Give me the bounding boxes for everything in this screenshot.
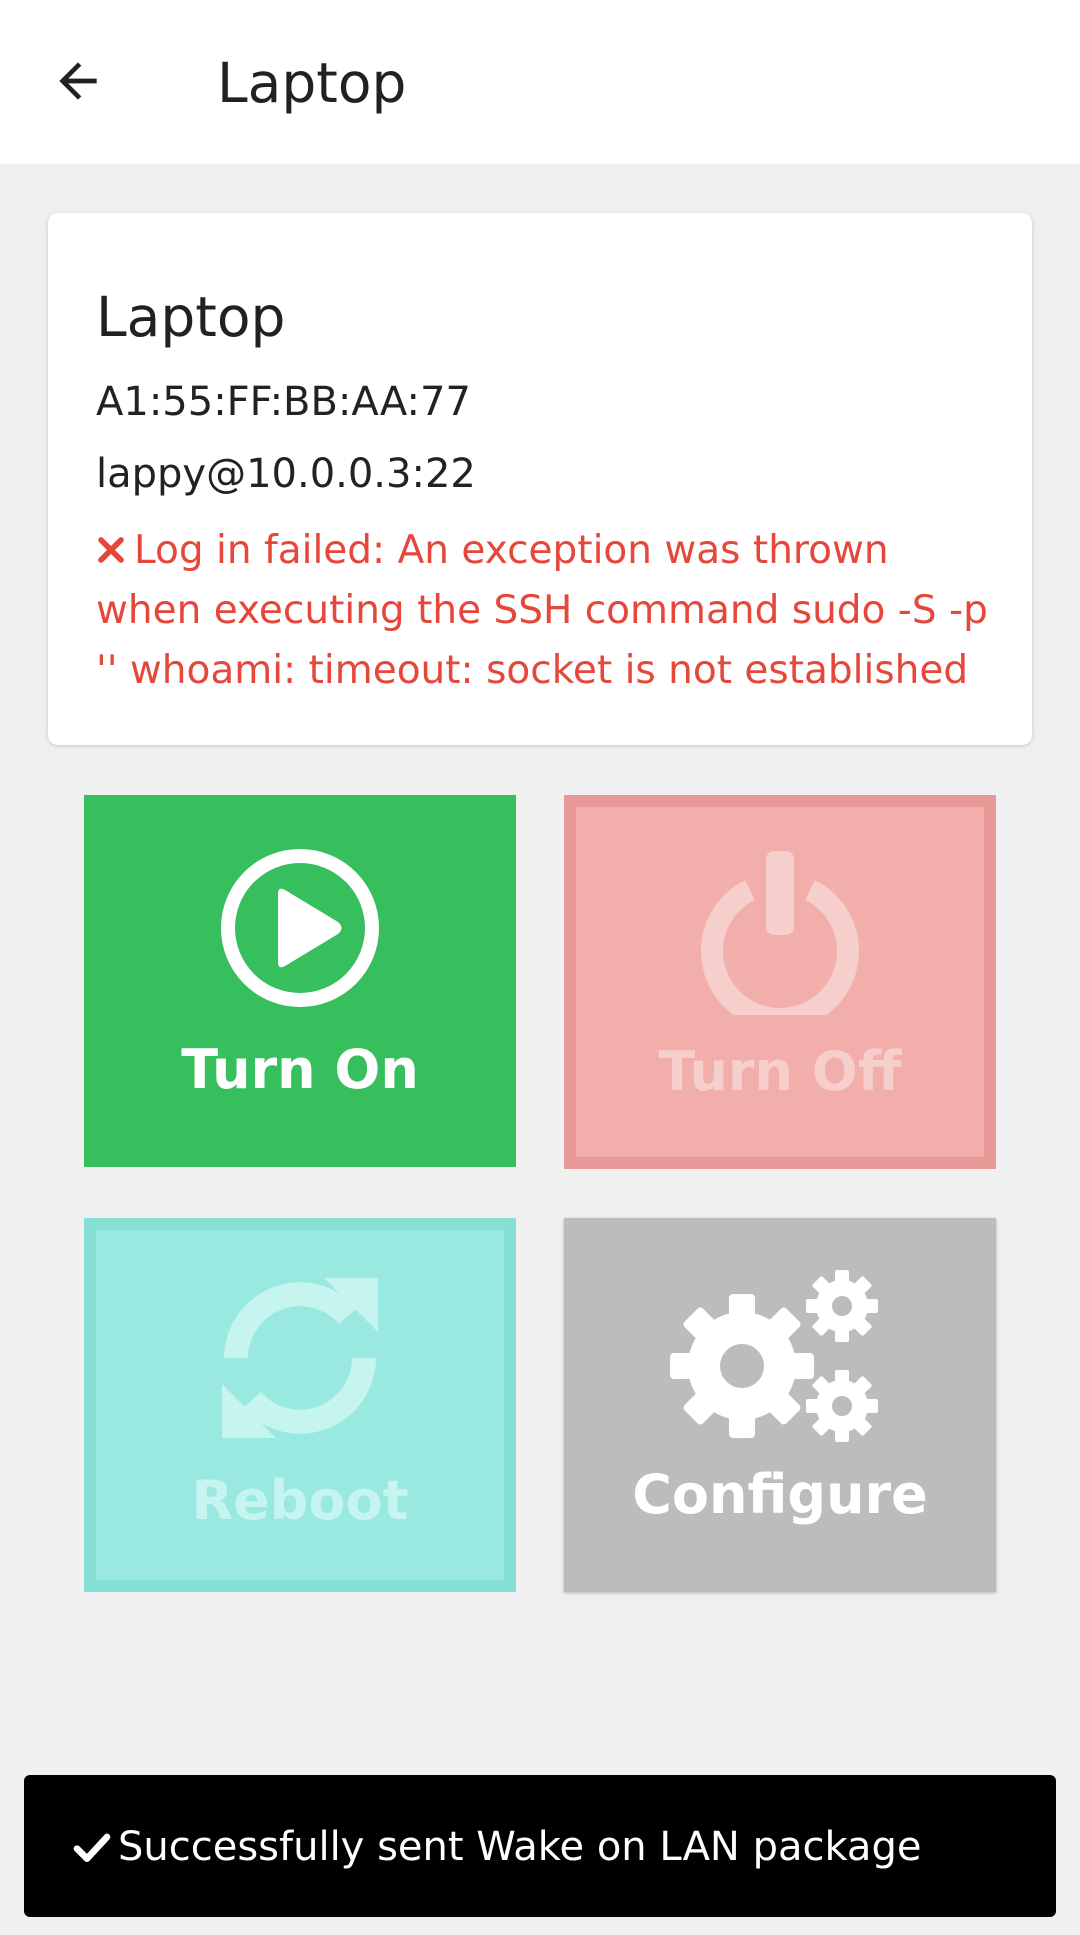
gears-icon — [670, 1270, 878, 1442]
back-button[interactable] — [34, 37, 122, 125]
power-icon — [701, 851, 859, 1015]
device-name: Laptop — [96, 285, 286, 349]
refresh-icon — [222, 1278, 378, 1438]
play-circle-icon — [221, 849, 379, 1007]
turn-off-button[interactable]: Turn Off — [564, 795, 996, 1169]
configure-button[interactable]: Configure — [564, 1218, 996, 1592]
device-ssh-address: lappy@10.0.0.3:22 — [96, 451, 476, 497]
snackbar-message: Successfully sent Wake on LAN package — [118, 1824, 922, 1870]
app-bar: Laptop — [0, 0, 1080, 164]
device-mac-address: A1:55:FF:BB:AA:77 — [96, 379, 471, 425]
check-icon — [73, 1833, 111, 1862]
device-info-card: Laptop A1:55:FF:BB:AA:77 lappy@10.0.0.3:… — [48, 213, 1032, 745]
turn-on-button[interactable]: Turn On — [84, 795, 516, 1167]
turn-on-label: Turn On — [181, 1038, 419, 1101]
arrow-left-icon — [59, 62, 97, 100]
snackbar: Successfully sent Wake on LAN package — [24, 1775, 1056, 1917]
error-message: Log in failed: An exception was thrown w… — [96, 521, 996, 701]
reboot-button[interactable]: Reboot — [84, 1218, 516, 1592]
close-icon — [98, 537, 124, 563]
turn-off-label: Turn Off — [658, 1040, 902, 1103]
page-title: Laptop — [217, 51, 407, 115]
configure-label: Configure — [632, 1463, 928, 1526]
error-message-text: Log in failed: An exception was thrown w… — [96, 528, 988, 693]
reboot-label: Reboot — [191, 1469, 409, 1532]
